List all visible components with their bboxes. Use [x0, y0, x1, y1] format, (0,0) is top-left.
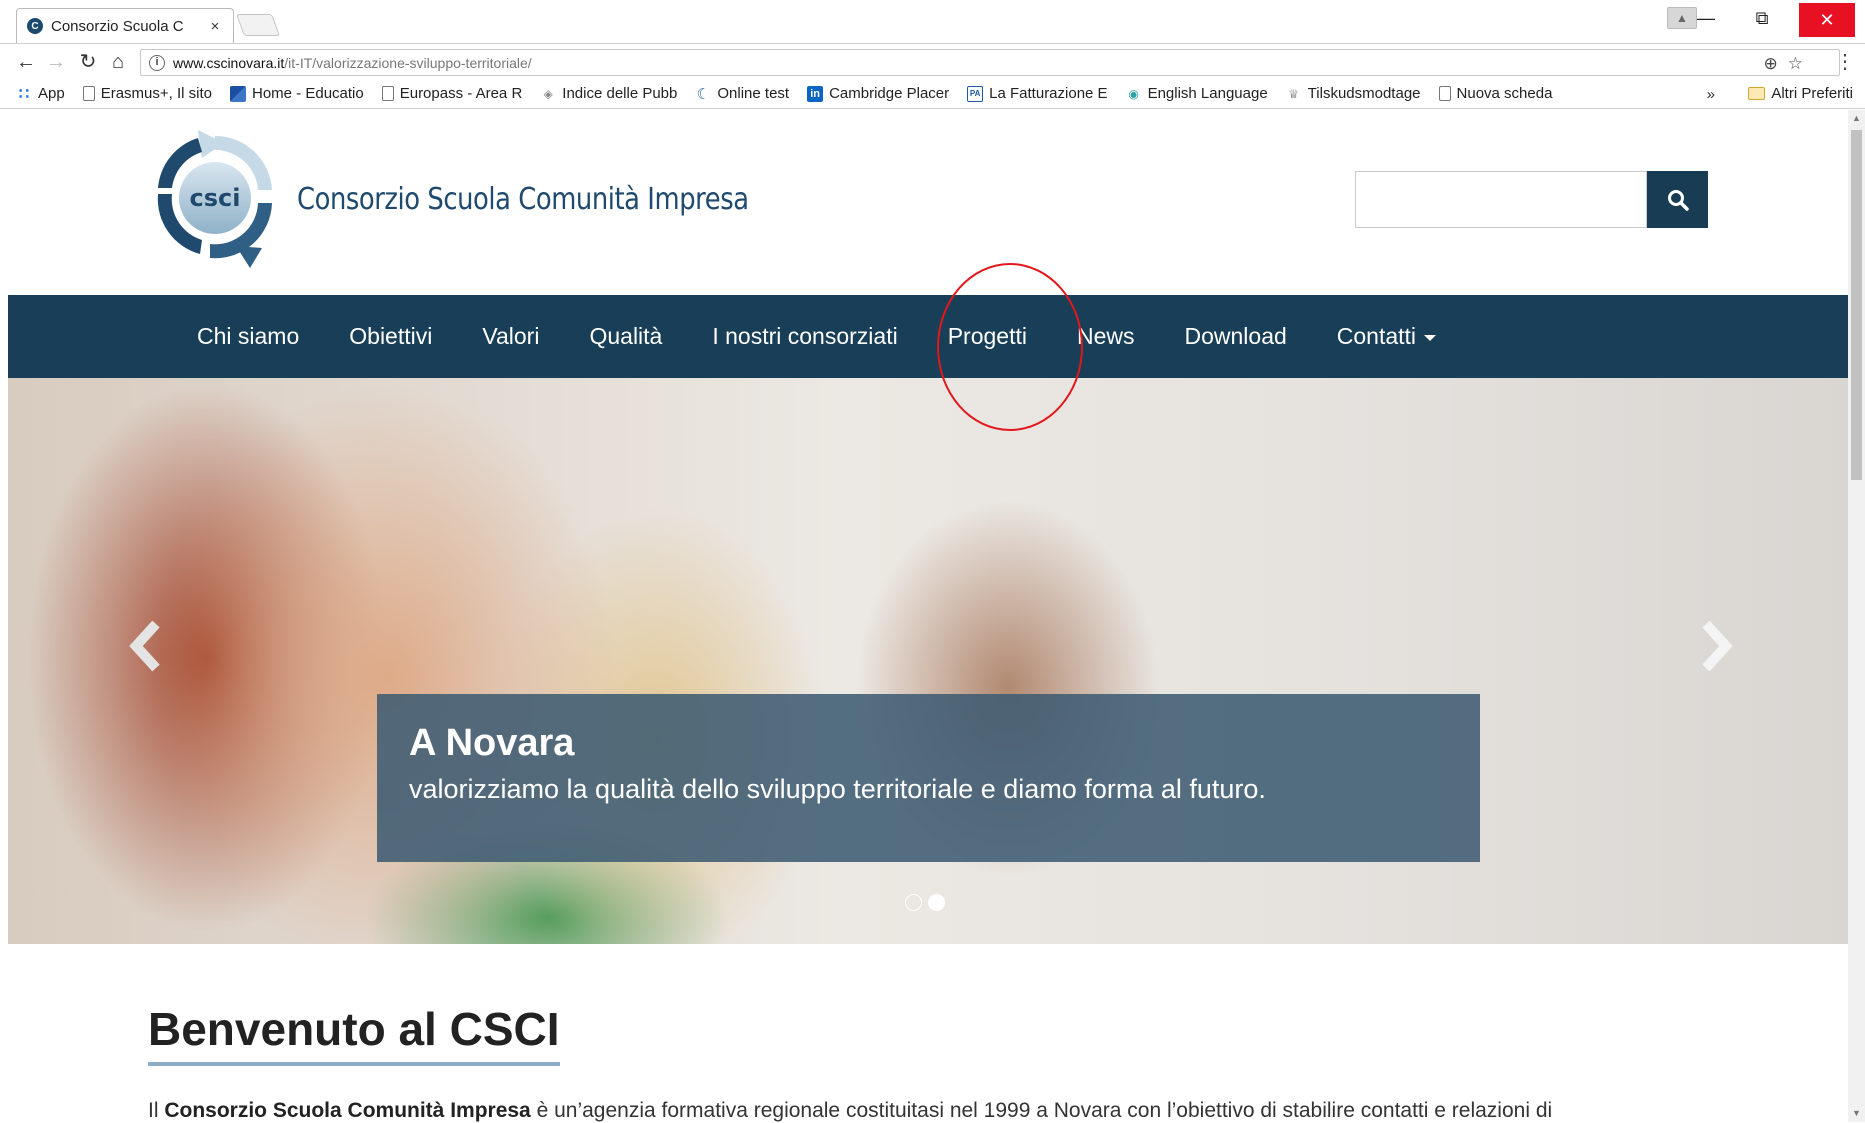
- globe-icon: ◈: [543, 86, 553, 101]
- chat-bubble-icon: ◉: [1128, 86, 1139, 101]
- bookmark-item[interactable]: 🗋 Europass - Area R: [381, 85, 523, 102]
- nav-item-news[interactable]: News: [1077, 323, 1135, 350]
- hero-caption: A Novara valorizziamo la qualità dello s…: [377, 694, 1480, 862]
- bookmark-label: Erasmus+, Il sito: [100, 85, 212, 102]
- slider-dot-1[interactable]: [905, 894, 922, 911]
- new-tab-button[interactable]: [235, 14, 281, 36]
- scroll-down-icon[interactable]: ▼: [1848, 1105, 1865, 1122]
- minimize-window-icon[interactable]: —: [1678, 0, 1734, 36]
- web-page: csci Consorzio Scuola Comunità Impresa C…: [0, 110, 1865, 1122]
- bookmark-item[interactable]: ∷ App: [16, 85, 65, 103]
- bookmark-label: Tilskudsmodtage: [1307, 85, 1421, 102]
- home-icon[interactable]: ⌂: [106, 51, 130, 73]
- site-name[interactable]: Consorzio Scuola Comunità Impresa: [297, 182, 749, 217]
- tab-title: Consorzio Scuola C: [51, 17, 184, 35]
- chevron-down-icon: [1424, 334, 1437, 341]
- page-icon: 🗋: [82, 86, 95, 101]
- other-bookmarks-label: Altri Preferiti: [1771, 85, 1853, 102]
- bookmark-item[interactable]: PA La Fatturazione E: [967, 85, 1108, 102]
- bookmarks-bar: ∷ App 🗋 Erasmus+, Il sito Home - Educatio 🗋 Eu…: [0, 79, 1865, 109]
- bookmark-item[interactable]: 🗋 Erasmus+, Il sito: [82, 85, 212, 102]
- scroll-up-icon[interactable]: ▲: [1848, 110, 1865, 127]
- apps-grid-icon: ∷: [18, 85, 30, 103]
- other-bookmarks-folder[interactable]: Altri Preferiti: [1748, 85, 1853, 102]
- bookmark-label: Cambridge Placer: [829, 85, 950, 102]
- bookmark-item[interactable]: ♕ Tilskudsmodtage: [1286, 85, 1421, 102]
- restore-window-icon[interactable]: ⧉: [1734, 0, 1790, 36]
- bookmark-item[interactable]: 🗋 Nuova scheda: [1438, 85, 1553, 102]
- main-navigation: Chi siamo Obiettivi Valori Qualità I nos…: [8, 295, 1848, 378]
- nav-item-valori[interactable]: Valori: [482, 323, 539, 350]
- search-button[interactable]: [1647, 171, 1708, 228]
- bookmark-label: La Fatturazione E: [989, 85, 1108, 102]
- search-input[interactable]: [1355, 171, 1647, 228]
- scrollbar-thumb[interactable]: [1851, 130, 1862, 480]
- browser-tab[interactable]: C Consorzio Scuola C ×: [16, 8, 234, 43]
- slider-prev-icon[interactable]: [126, 616, 166, 676]
- page-icon: 🗋: [381, 86, 394, 101]
- address-bar[interactable]: i www.cscinovara.it/it-IT/valorizzazione…: [140, 49, 1840, 76]
- page-scrollbar[interactable]: ▲ ▼: [1848, 110, 1865, 1122]
- bookmark-label: Home - Educatio: [252, 85, 364, 102]
- site-info-icon[interactable]: i: [149, 54, 165, 71]
- pa-icon: PA: [967, 85, 984, 102]
- nav-item-consorziati[interactable]: I nostri consorziati: [712, 323, 897, 350]
- nav-item-contatti-label: Contatti: [1336, 323, 1417, 349]
- bookmark-item[interactable]: ◉ English Language: [1126, 85, 1268, 102]
- logo-abbr: csci: [190, 184, 241, 212]
- close-window-icon[interactable]: ✕: [1799, 3, 1855, 37]
- reload-icon[interactable]: ↻: [76, 51, 100, 73]
- nav-item-qualita[interactable]: Qualità: [589, 323, 662, 350]
- bookmark-label: App: [38, 85, 65, 102]
- intro-prefix: Il: [148, 1099, 165, 1122]
- bookmark-label: Indice delle Pubb: [562, 85, 678, 102]
- bookmark-star-icon[interactable]: ☆: [1788, 54, 1803, 74]
- bookmark-label: English Language: [1147, 85, 1268, 102]
- zoom-icon[interactable]: ⊕: [1764, 54, 1778, 74]
- nav-item-contatti[interactable]: Contatti: [1336, 323, 1437, 350]
- nav-item-progetti[interactable]: Progetti: [948, 323, 1027, 350]
- nav-item-download[interactable]: Download: [1184, 323, 1286, 350]
- hero-title: A Novara: [409, 722, 575, 764]
- browser-tabstrip: C Consorzio Scuola C × ▲ — ⧉ ✕: [0, 0, 1865, 43]
- forward-arrow-icon[interactable]: →: [44, 51, 68, 73]
- url-host: www.cscinovara.it: [173, 54, 285, 71]
- slider-next-icon[interactable]: [1696, 616, 1736, 676]
- linkedin-icon: in: [807, 85, 824, 102]
- image-bookmark-icon: [230, 85, 246, 102]
- folder-icon: [1748, 87, 1766, 100]
- page-heading: Benvenuto al CSCI: [148, 1002, 560, 1066]
- bookmark-item[interactable]: in Cambridge Placer: [807, 85, 949, 102]
- bookmarks-overflow-icon[interactable]: »: [1707, 86, 1715, 103]
- crescent-icon: ☾: [696, 85, 711, 103]
- intro-bold: Consorzio Scuola Comunità Impresa: [164, 1099, 531, 1122]
- slider-dot-2[interactable]: [928, 894, 945, 911]
- nav-item-chi-siamo[interactable]: Chi siamo: [197, 323, 299, 350]
- crown-icon: ♕: [1288, 86, 1300, 101]
- url-path: /it-IT/valorizzazione-sviluppo-territori…: [284, 54, 532, 71]
- bookmark-label: Nuova scheda: [1456, 85, 1553, 102]
- site-favicon-icon: C: [27, 18, 43, 34]
- slider-indicators: [905, 894, 945, 911]
- bookmark-item[interactable]: ◈ Indice delle Pubb: [540, 85, 678, 102]
- intro-rest: è un’agenzia formativa regionale costitu…: [530, 1099, 1553, 1122]
- bookmark-label: Europass - Area R: [399, 85, 523, 102]
- bookmark-item[interactable]: Home - Educatio: [230, 85, 364, 102]
- nav-item-obiettivi[interactable]: Obiettivi: [349, 323, 432, 350]
- browser-menu-icon[interactable]: ⋮: [1835, 49, 1855, 74]
- bookmark-item[interactable]: ☾ Online test: [695, 85, 790, 103]
- page-icon: 🗋: [1438, 86, 1451, 101]
- intro-paragraph: Il Consorzio Scuola Comunità Impresa è u…: [148, 1099, 1552, 1123]
- csci-logo-icon[interactable]: csci: [150, 128, 280, 268]
- bookmark-label: Online test: [717, 85, 790, 102]
- tab-close-icon[interactable]: ×: [207, 18, 223, 35]
- browser-toolbar: ← → ↻ ⌂ i www.cscinovara.it/it-IT/valori…: [0, 43, 1865, 79]
- hero-subtitle: valorizziamo la qualità dello sviluppo t…: [409, 774, 1266, 804]
- search-icon: [1667, 189, 1689, 211]
- back-arrow-icon[interactable]: ←: [14, 51, 38, 73]
